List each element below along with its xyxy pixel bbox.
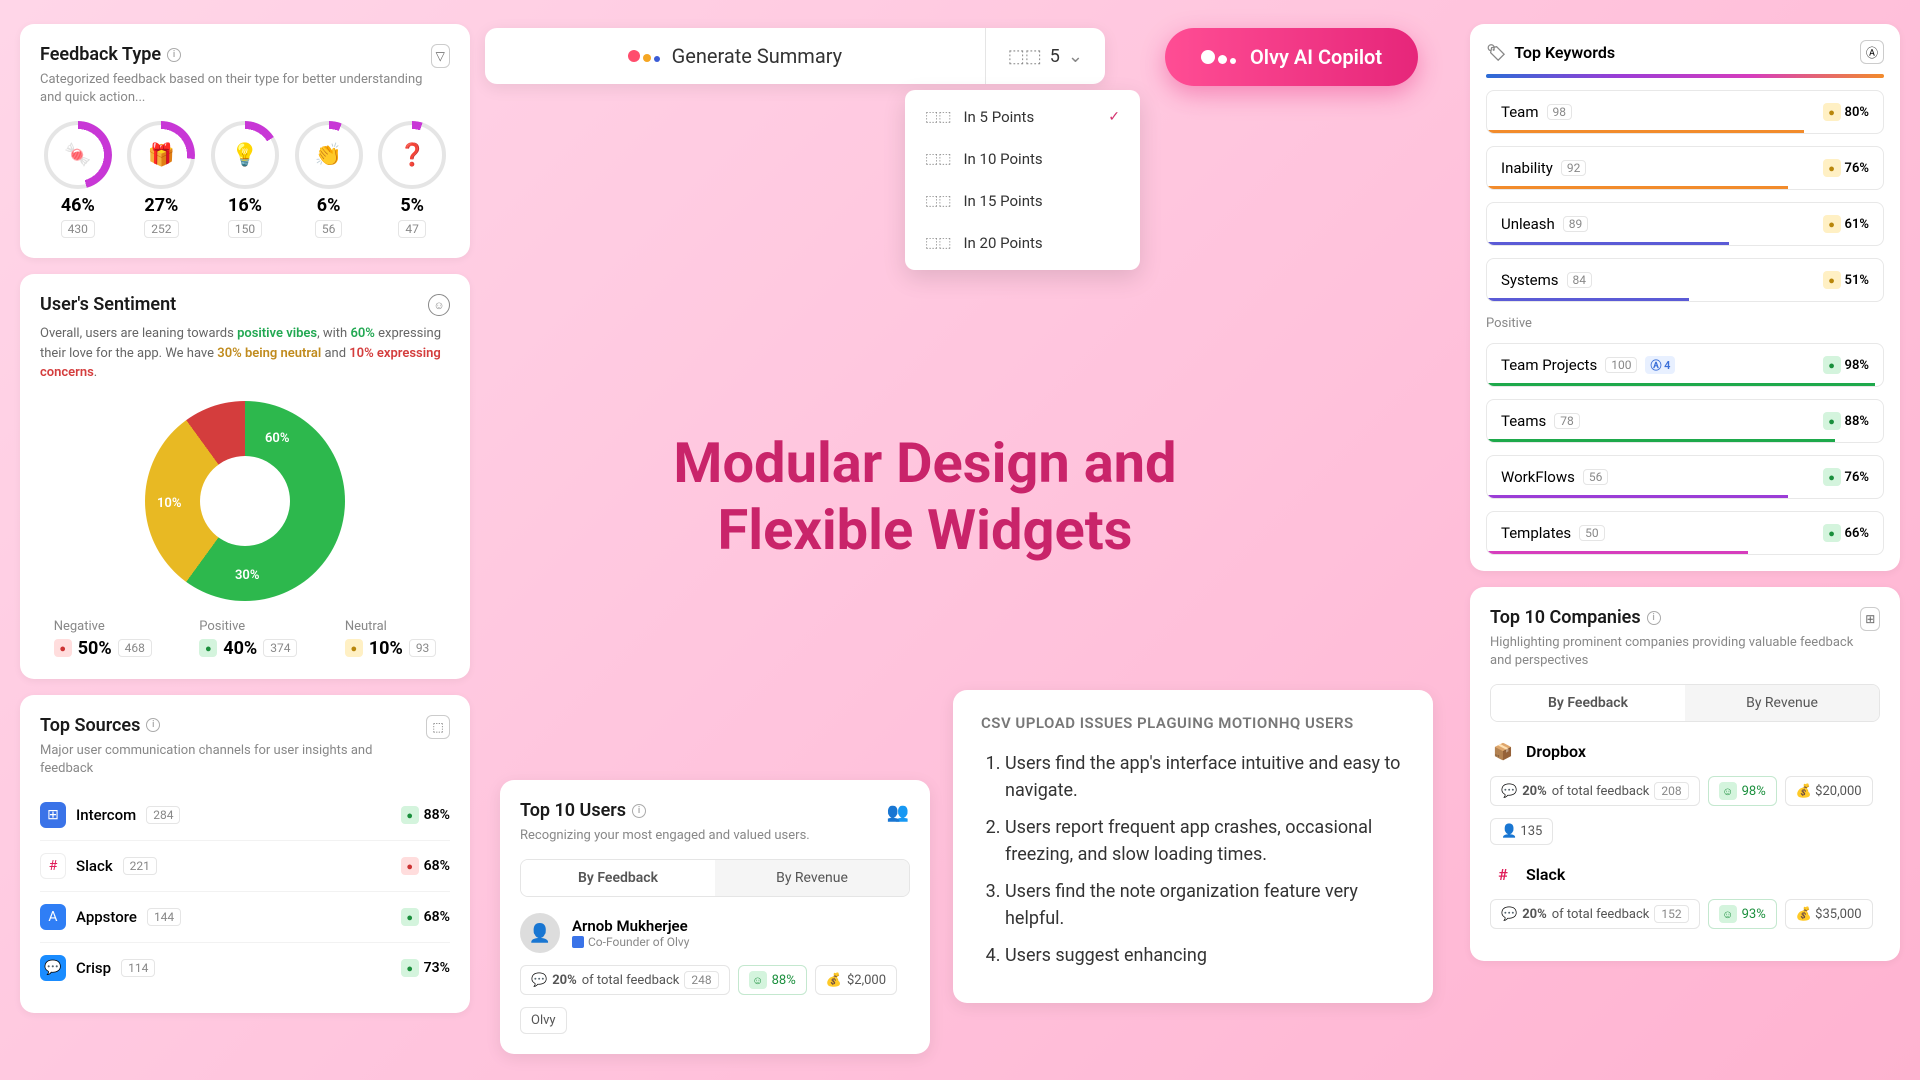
dropdown-item[interactable]: ⬚⬚In 10 Points [905,138,1140,180]
export-icon[interactable]: ⬚ [426,715,450,739]
top-users-subtitle: Recognizing your most engaged and valued… [520,827,810,845]
sentiment-donut: 60% 30% 10% [40,401,450,601]
revenue-chip: 💰 $2,000 [815,965,897,995]
sentiment-chip: ☺ 93% [1708,899,1777,929]
users-segment-toggle: By Feedback By Revenue [520,859,910,897]
generate-summary-button[interactable]: Generate Summary [485,44,985,68]
keyword-item[interactable]: Team98● 80% [1486,90,1884,134]
user-name: Arnob Mukherjee [572,917,689,935]
user-role: Co-Founder of Olvy [572,935,689,949]
keyword-item[interactable]: Team Projects100Ⓐ 4● 98% [1486,343,1884,387]
users-chip: 👤 135 [1490,818,1553,845]
keyword-item[interactable]: Systems84● 51% [1486,258,1884,302]
feedback-type-subtitle: Categorized feedback based on their type… [40,71,431,107]
keyword-item[interactable]: Templates50● 66% [1486,511,1884,555]
users-icon[interactable]: 👥 [886,800,910,824]
feedback-chip: 💬 20% of total feedback 208 [1490,776,1700,806]
olvy-logo-icon [628,50,660,62]
feedback-chip: 💬 20% of total feedback 152 [1490,899,1700,929]
top-sources-subtitle: Major user communication channels for us… [40,742,426,778]
columns-icon: ⬚⬚ [925,151,951,167]
feedback-chip: 💬 20% of total feedback 248 [520,965,730,995]
sentiment-chip: ☺ 98% [1708,776,1777,806]
generate-summary-bar: Generate Summary ⬚⬚ 5 ⌄ [485,28,1105,84]
summary-point: Users suggest enhancing [1005,942,1405,969]
info-icon[interactable]: i [167,48,181,62]
tag-icon: 🏷 [1486,43,1506,62]
source-row[interactable]: AAppstore144● 68% [40,892,450,943]
chevron-down-icon: ⌄ [1068,46,1083,67]
source-row[interactable]: #Slack221● 68% [40,841,450,892]
user-row[interactable]: 👤 Arnob Mukherjee Co-Founder of Olvy [520,913,910,953]
hero-title: Modular Design and Flexible Widgets [485,430,1365,564]
summary-heading: CSV UPLOAD ISSUES PLAGUING MOTIONHQ USER… [981,714,1405,732]
info-icon[interactable]: i [1647,611,1661,625]
feedback-type-item[interactable]: 💡16%150 [207,125,283,238]
top-keywords-title: 🏷 Top Keywords [1486,43,1615,62]
face-icon[interactable]: ☺ [428,294,450,316]
source-row[interactable]: 💬Crisp114● 73% [40,943,450,993]
info-icon[interactable]: i [146,718,160,732]
top-companies-subtitle: Highlighting prominent companies providi… [1490,634,1860,670]
olvy-logo-icon [1201,50,1236,64]
top-users-title: Top 10 Users i [520,800,810,821]
feedback-type-item[interactable]: ❓5%47 [374,125,450,238]
tag-chip[interactable]: Olvy [520,1007,567,1034]
summary-point: Users find the app's interface intuitive… [1005,750,1405,804]
columns-icon: ⬚⬚ [925,193,951,209]
summary-count-selector[interactable]: ⬚⬚ 5 ⌄ [985,28,1105,84]
company-item[interactable]: 📦Dropbox 💬 20% of total feedback 208☺ 98… [1490,738,1880,845]
revenue-chip: 💰 $20,000 [1785,776,1873,806]
top-keywords-card: 🏷 Top Keywords Ⓐ Team98● 80% Inability92●… [1470,24,1900,571]
feedback-type-item[interactable]: 🎁27%252 [124,125,200,238]
top-sources-title: Top Sources i [40,715,426,736]
tab-by-revenue[interactable]: By Revenue [1685,685,1879,721]
sentiment-stat: Positive● 40% 374 [199,619,297,659]
keyword-item[interactable]: WorkFlows56● 76% [1486,455,1884,499]
language-icon[interactable]: Ⓐ [1860,40,1884,64]
sentiment-stat: Negative● 50% 468 [54,619,152,659]
feedback-type-item[interactable]: 👏6%56 [291,125,367,238]
columns-icon: ⬚⬚ [1008,46,1042,67]
feedback-type-card: Feedback Type i Categorized feedback bas… [20,24,470,258]
top-companies-card: Top 10 Companies i Highlighting prominen… [1470,587,1900,961]
summary-list: Users find the app's interface intuitive… [981,750,1405,969]
dropdown-item[interactable]: ⬚⬚In 15 Points [905,180,1140,222]
olvy-copilot-button[interactable]: Olvy AI Copilot [1165,28,1418,86]
columns-icon: ⬚⬚ [925,235,951,251]
top-users-card: Top 10 Users i Recognizing your most eng… [500,780,930,1054]
top-sources-card: Top Sources i Major user communication c… [20,695,470,1013]
sentiment-stat: Neutral● 10% 93 [345,619,436,659]
filter-icon[interactable]: ▽ [431,44,451,68]
tab-by-feedback[interactable]: By Feedback [521,860,715,896]
keyword-item[interactable]: Inability92● 76% [1486,146,1884,190]
feedback-type-item[interactable]: 🍬46%430 [40,125,116,238]
tab-by-feedback[interactable]: By Feedback [1491,685,1685,721]
summary-card: CSV UPLOAD ISSUES PLAGUING MOTIONHQ USER… [953,690,1433,1003]
company-item[interactable]: #Slack 💬 20% of total feedback 152☺ 93%💰… [1490,861,1880,941]
avatar: 👤 [520,913,560,953]
source-row[interactable]: ⊞Intercom284● 88% [40,790,450,841]
positive-section-label: Positive [1486,316,1884,331]
dropdown-item[interactable]: ⬚⬚In 5 Points✓ [905,96,1140,138]
check-icon: ✓ [1108,109,1120,125]
tab-by-revenue[interactable]: By Revenue [715,860,909,896]
feedback-type-title: Feedback Type i [40,44,431,65]
sentiment-card: User's Sentiment ☺ Overall, users are le… [20,274,470,679]
top-companies-title: Top 10 Companies i [1490,607,1860,628]
revenue-chip: 💰 $35,000 [1785,899,1873,929]
columns-icon: ⬚⬚ [925,109,951,125]
dropdown-item[interactable]: ⬚⬚In 20 Points [905,222,1140,264]
sentiment-title: User's Sentiment [40,294,176,315]
grid-icon[interactable]: ⊞ [1860,607,1880,631]
summary-points-dropdown: ⬚⬚In 5 Points✓⬚⬚In 10 Points⬚⬚In 15 Poin… [905,90,1140,270]
info-icon[interactable]: i [632,804,646,818]
sentiment-text: Overall, users are leaning towards posit… [40,324,450,383]
summary-point: Users find the note organization feature… [1005,878,1405,932]
summary-point: Users report frequent app crashes, occas… [1005,814,1405,868]
keyword-item[interactable]: Unleash89● 61% [1486,202,1884,246]
companies-segment-toggle: By Feedback By Revenue [1490,684,1880,722]
keyword-item[interactable]: Teams78● 88% [1486,399,1884,443]
sentiment-chip: ☺ 88% [738,965,807,995]
